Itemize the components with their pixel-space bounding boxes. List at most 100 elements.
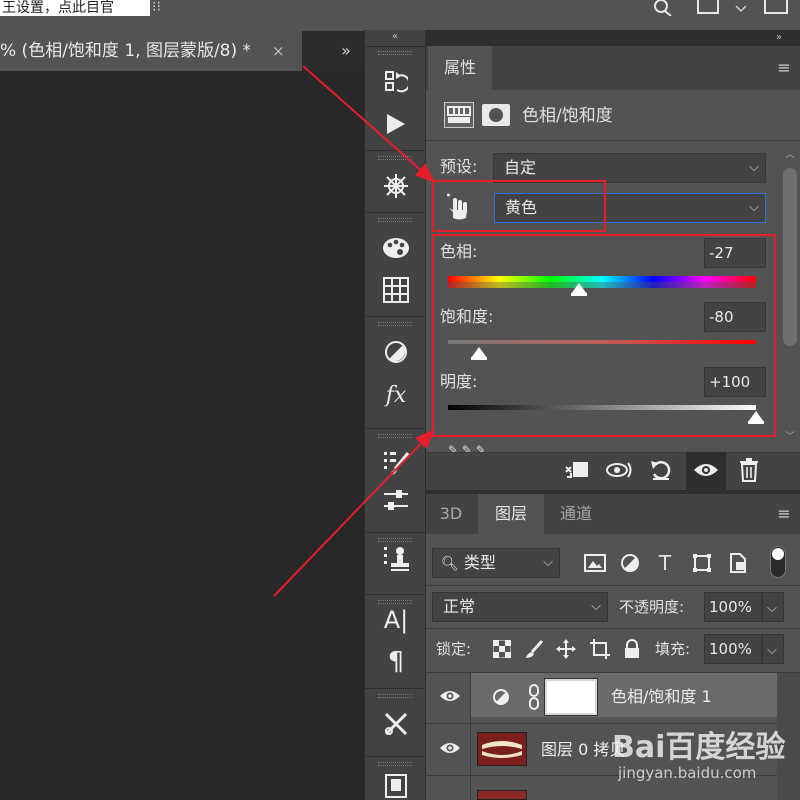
dock-divider xyxy=(365,212,425,213)
top-hint-text: 王设置，点此目官 xyxy=(0,0,150,16)
panel-dock-column xyxy=(364,30,426,800)
search-icon[interactable] xyxy=(652,0,676,18)
dock-divider xyxy=(365,688,425,689)
lock-artboard-icon[interactable] xyxy=(586,636,614,662)
character-icon[interactable]: A| xyxy=(373,602,419,638)
panel-header-strip xyxy=(426,30,800,46)
dock-grip[interactable] xyxy=(378,322,412,326)
preset-label: 预设: xyxy=(440,157,478,176)
chevron-down-icon: ⌵ xyxy=(749,200,759,215)
workspace-icon[interactable] xyxy=(697,0,719,14)
lock-position-move-icon[interactable] xyxy=(552,636,580,662)
filter-shape-icon[interactable] xyxy=(687,549,717,577)
watermark-url: jingyan.baidu.com xyxy=(618,764,757,782)
opacity-input[interactable]: 100% xyxy=(704,592,762,622)
layer-thumbnail[interactable] xyxy=(477,732,527,766)
layer-thumbnail[interactable] xyxy=(477,790,527,800)
clone-source-icon[interactable] xyxy=(373,540,419,576)
swatches-grid-icon[interactable] xyxy=(373,272,419,308)
eye-icon[interactable] xyxy=(691,456,721,484)
eyedropper-row[interactable]: ✎ ✎ ✎ xyxy=(448,444,648,452)
filter-toggle[interactable] xyxy=(770,546,786,578)
styles-fx-icon[interactable]: fx xyxy=(373,378,419,414)
lock-transparent-pixels-icon[interactable] xyxy=(488,636,516,662)
layer-filter-value: 类型 xyxy=(463,553,496,572)
tab-channels[interactable]: 通道 xyxy=(548,494,604,534)
dock-divider xyxy=(365,316,425,317)
chevron-down-icon: ⌵ xyxy=(749,160,759,175)
annotation-box-channel xyxy=(432,180,606,232)
adjustment-title: 色相/饱和度 xyxy=(522,106,613,126)
brush-settings-icon[interactable] xyxy=(373,444,419,480)
divider xyxy=(426,585,800,586)
panel-menu-icon[interactable]: ≡ xyxy=(772,502,796,526)
layer-filter-select[interactable]: 🔍︎ 类型 ⌵ xyxy=(432,548,560,578)
preset-value: 自定 xyxy=(504,158,537,177)
tab-3d[interactable]: 3D xyxy=(428,494,474,534)
double-chevron-left-icon[interactable]: « xyxy=(365,30,425,44)
opacity-dropdown[interactable]: ⌵ xyxy=(762,592,784,622)
select-subject-icon[interactable]: ⁝⁝ xyxy=(152,0,174,16)
layer-mask-icon[interactable] xyxy=(482,104,510,126)
blend-mode-select[interactable]: 正常 ⌵ xyxy=(432,592,608,622)
share-icon[interactable] xyxy=(764,0,788,14)
divider xyxy=(426,140,800,141)
document-canvas[interactable] xyxy=(0,71,364,800)
paragraph-icon[interactable]: ¶ xyxy=(373,644,419,680)
dock-divider xyxy=(365,428,425,429)
fill-label: 填充: xyxy=(655,640,691,658)
scroll-up-icon[interactable]: ︿ xyxy=(783,150,797,160)
lock-all-padlock-icon[interactable] xyxy=(618,636,646,662)
brush-presets-icon[interactable] xyxy=(373,482,419,518)
lock-image-pixels-brush-icon[interactable] xyxy=(520,636,548,662)
chevron-down-icon[interactable] xyxy=(734,0,748,13)
dock-divider xyxy=(365,46,425,47)
filter-pixel-icon[interactable] xyxy=(580,549,610,577)
dock-grip[interactable] xyxy=(378,694,412,698)
chain-link-icon[interactable] xyxy=(527,684,543,710)
close-icon[interactable]: × xyxy=(272,31,290,71)
color-palette-icon[interactable] xyxy=(373,230,419,266)
clip-to-layer-icon[interactable] xyxy=(562,456,592,484)
tab-layers[interactable]: 图层 xyxy=(478,494,544,534)
layer-mask-thumbnail[interactable] xyxy=(544,678,598,716)
chevron-down-icon: ⌵ xyxy=(591,599,601,614)
fill-input[interactable]: 100% xyxy=(704,634,762,664)
document-tab[interactable]: % (色相/饱和度 1, 图层蒙版/8) * xyxy=(0,31,302,71)
adjustments-icon[interactable] xyxy=(373,334,419,370)
dock-grip[interactable] xyxy=(378,762,412,766)
panel-menu-icon[interactable]: ≡ xyxy=(772,56,796,80)
filter-type-icon[interactable]: T xyxy=(650,549,680,577)
dock-divider xyxy=(365,150,425,151)
actions-play-icon[interactable] xyxy=(373,106,419,142)
view-previous-state-icon[interactable] xyxy=(604,456,634,484)
scrollbar-thumb[interactable] xyxy=(783,168,797,346)
preset-select[interactable]: 自定 ⌵ xyxy=(493,153,766,183)
navigator-wheel-icon[interactable] xyxy=(373,168,419,204)
dock-grip[interactable] xyxy=(378,434,412,438)
trash-icon[interactable] xyxy=(734,456,764,484)
filter-smart-object-icon[interactable] xyxy=(723,549,753,577)
fill-dropdown[interactable]: ⌵ xyxy=(762,634,784,664)
scroll-down-icon[interactable]: ﹀ xyxy=(783,432,797,442)
dock-grip[interactable] xyxy=(378,218,412,222)
history-icon[interactable] xyxy=(373,64,419,100)
double-chevron-right-icon[interactable]: » xyxy=(334,31,358,71)
tool-presets-icon[interactable] xyxy=(373,706,419,742)
dock-grip[interactable] xyxy=(378,51,412,55)
blend-mode-value: 正常 xyxy=(443,597,476,616)
reset-icon[interactable] xyxy=(646,456,676,484)
filter-adjustment-icon[interactable] xyxy=(615,549,645,577)
eye-icon[interactable] xyxy=(436,740,464,760)
layer-name[interactable]: 色相/饱和度 1 xyxy=(611,684,771,710)
eye-icon[interactable] xyxy=(436,688,464,708)
tab-properties[interactable]: 属性 xyxy=(428,46,492,90)
libraries-icon[interactable] xyxy=(373,768,419,800)
adjustment-layer-icon xyxy=(492,688,512,708)
dock-divider xyxy=(365,532,425,533)
double-chevron-right-icon[interactable]: » xyxy=(776,30,796,46)
search-icon: 🔍︎ xyxy=(441,556,459,572)
chevron-down-icon: ⌵ xyxy=(543,555,553,570)
dock-grip[interactable] xyxy=(378,156,412,160)
adjustment-layer-icon[interactable] xyxy=(444,102,474,128)
